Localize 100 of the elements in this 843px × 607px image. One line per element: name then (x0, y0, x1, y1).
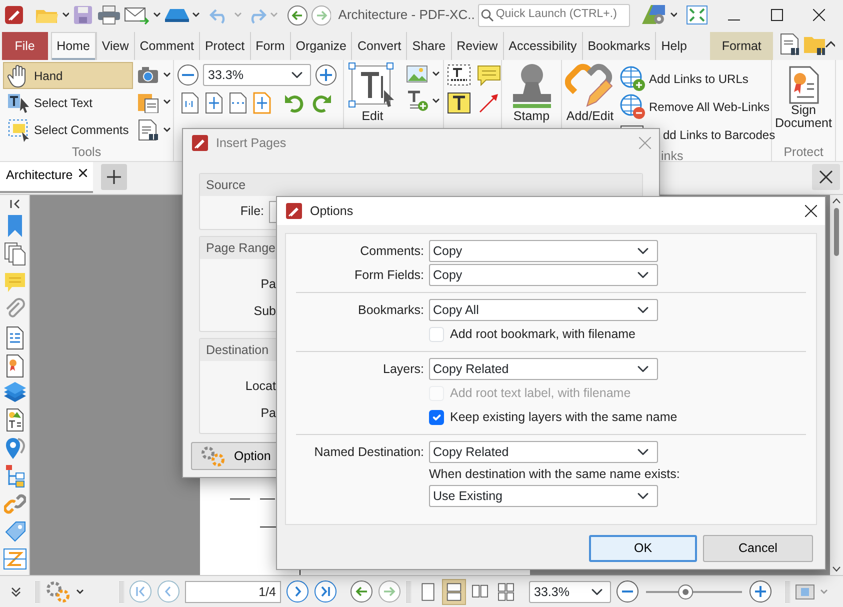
dialog-button[interactable]: Cancel (703, 535, 813, 562)
back-icon[interactable] (350, 580, 373, 603)
close-tab-icon[interactable] (78, 169, 87, 177)
tool-button[interactable]: Hand (3, 62, 133, 89)
sort-icon[interactable] (2, 548, 26, 570)
field-label: Sub (252, 303, 276, 320)
dropdown[interactable]: Copy All (429, 299, 658, 321)
close-icon[interactable] (813, 9, 826, 21)
caret-icon[interactable] (62, 12, 70, 18)
tag-icon[interactable] (4, 520, 26, 544)
zoom-in-icon[interactable] (315, 64, 337, 86)
caret-icon[interactable] (432, 71, 440, 77)
select-text-icon (7, 92, 31, 114)
dropdown[interactable]: Copy Related (429, 358, 658, 380)
dropdown[interactable]: Copy (429, 240, 658, 262)
close-document-icon[interactable] (812, 164, 840, 190)
mail-icon[interactable] (124, 5, 150, 25)
expand-icon[interactable] (10, 586, 22, 598)
text-image-icon[interactable] (4, 408, 26, 432)
caret-icon[interactable] (162, 99, 171, 105)
link-tool-button[interactable]: Add Links to URLs (619, 65, 776, 93)
caret-icon[interactable] (76, 588, 84, 594)
collapse-ribbon-icon[interactable] (825, 40, 835, 48)
edit-button[interactable]: Edit (347, 62, 398, 160)
stamp-button[interactable]: Stamp (505, 62, 558, 123)
dropdown[interactable]: Copy (429, 264, 658, 286)
panel-icon[interactable] (795, 584, 815, 600)
text-field-icon[interactable] (447, 64, 471, 86)
caret-icon[interactable] (192, 12, 200, 18)
new-tab-icon[interactable] (100, 164, 127, 190)
back-icon[interactable] (286, 4, 308, 26)
slider-thumb[interactable] (678, 584, 694, 599)
scanner-icon[interactable] (164, 6, 190, 24)
scroll-down-icon[interactable] (832, 566, 841, 572)
zoom-in-icon[interactable] (749, 580, 772, 603)
dropdown[interactable]: Use Existing (429, 485, 658, 507)
zoom-slider[interactable] (644, 582, 744, 602)
link-icon[interactable] (4, 492, 26, 516)
maximize-icon[interactable] (770, 9, 783, 21)
ribbon-tab[interactable]: Format (710, 32, 774, 60)
caret-icon[interactable] (162, 72, 171, 78)
pages-icon[interactable] (4, 242, 26, 266)
field-label: Pa (260, 276, 276, 294)
content-icon[interactable] (4, 326, 26, 350)
fullscreen-icon[interactable] (686, 5, 708, 25)
last-page-icon[interactable] (314, 580, 337, 603)
page-layout-icon[interactable] (442, 578, 466, 604)
arrow-icon[interactable] (477, 92, 501, 114)
document-tab[interactable]: Architecture (0, 162, 93, 193)
scrollbar-thumb[interactable] (834, 208, 839, 256)
search-field[interactable]: Quick Launch (CTRL+.) (478, 4, 630, 26)
collapse-icon[interactable] (8, 198, 20, 210)
scroll-up-icon[interactable] (832, 198, 841, 204)
fit-width-icon[interactable] (229, 92, 247, 114)
checkbox[interactable] (429, 410, 444, 424)
document-binoculars-icon[interactable] (136, 119, 159, 141)
certificate-icon[interactable] (4, 354, 26, 378)
add-edit-link-button[interactable]: Add/Edit (565, 62, 615, 149)
tool-button[interactable]: Select Comments (3, 116, 133, 143)
ribbon-tab[interactable]: File (2, 32, 48, 60)
gears-icon (200, 445, 226, 467)
hint-text: When destination with the same name exists: (429, 466, 680, 483)
zoom-out-icon[interactable] (616, 580, 639, 603)
dialog-button[interactable]: OK (589, 535, 697, 562)
fit-visible-icon[interactable] (253, 92, 271, 114)
checkbox-label: Keep existing layers with the same name (450, 408, 678, 426)
dialog-title: Insert Pages (216, 134, 286, 152)
window-title: Architecture - PDF-XC.. (338, 6, 475, 24)
caret-icon[interactable] (670, 12, 678, 18)
add-text-icon[interactable] (406, 90, 428, 112)
gears-icon[interactable] (45, 580, 71, 604)
dropdown[interactable]: Copy Related (429, 441, 658, 463)
document-binoculars-icon[interactable] (779, 33, 799, 57)
layers-icon[interactable] (2, 382, 26, 404)
next-page-icon[interactable] (286, 580, 309, 603)
zoom-out-icon[interactable] (177, 64, 199, 86)
zoom-select[interactable]: 33.3% (203, 64, 311, 86)
caret-icon[interactable] (432, 98, 440, 104)
location-pin-icon[interactable] (4, 436, 26, 460)
tree-icon[interactable] (4, 464, 26, 488)
clipboard-icon[interactable] (136, 91, 159, 113)
sign-document-button[interactable]: Sign Document (775, 62, 832, 145)
ribbon-tab[interactable]: Home (50, 32, 96, 60)
zoom-select[interactable]: 33.3% (529, 580, 611, 602)
tool-button[interactable]: Select Text (3, 89, 133, 116)
field-label: Named Destination: (314, 444, 424, 459)
print-icon[interactable] (97, 5, 121, 25)
field-label: Pa (260, 405, 276, 422)
link-tool-button[interactable]: Remove All Web-Links (619, 93, 776, 121)
rotate-left-icon[interactable] (283, 92, 305, 114)
typewriter-icon[interactable] (447, 92, 471, 114)
close-icon[interactable] (805, 205, 817, 217)
caret-icon[interactable] (162, 127, 171, 133)
page-number-field[interactable]: 1/4 (185, 580, 281, 602)
actual-size-icon[interactable] (181, 92, 199, 114)
caret-icon[interactable] (152, 12, 161, 18)
fit-page-icon[interactable] (205, 92, 223, 114)
select-comments-icon (7, 118, 31, 142)
speech-bubble-icon[interactable] (477, 64, 501, 86)
camera-icon[interactable] (136, 65, 159, 85)
